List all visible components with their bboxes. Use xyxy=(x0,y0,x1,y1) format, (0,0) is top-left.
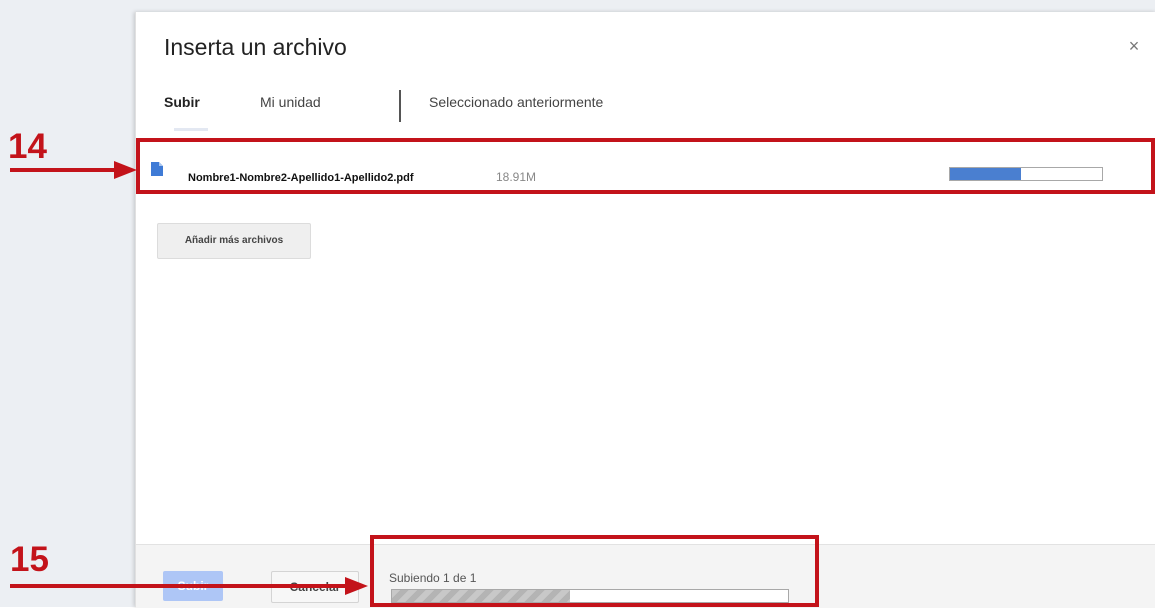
annotation-box-14 xyxy=(136,138,1155,194)
annotation-label-14: 14 xyxy=(8,127,47,166)
tab-bar: Subir Mi unidad Seleccionado anteriormen… xyxy=(164,90,1154,132)
add-more-files-button[interactable]: Añadir más archivos xyxy=(157,223,311,259)
annotation-label-15: 15 xyxy=(10,540,49,579)
active-tab-indicator xyxy=(174,128,208,131)
tab-seleccionado-anteriormente[interactable]: Seleccionado anteriormente xyxy=(429,94,603,110)
tab-subir[interactable]: Subir xyxy=(164,94,200,110)
tab-mi-unidad[interactable]: Mi unidad xyxy=(260,94,321,110)
insert-file-dialog: Inserta un archivo × Subir Mi unidad Sel… xyxy=(135,12,1155,608)
annotation-arrow-14 xyxy=(10,161,137,179)
close-button[interactable]: × xyxy=(1124,36,1144,56)
tab-divider xyxy=(399,90,401,122)
dialog-title: Inserta un archivo xyxy=(164,34,347,60)
annotation-arrow-15 xyxy=(10,577,368,595)
annotation-box-15 xyxy=(370,535,819,607)
